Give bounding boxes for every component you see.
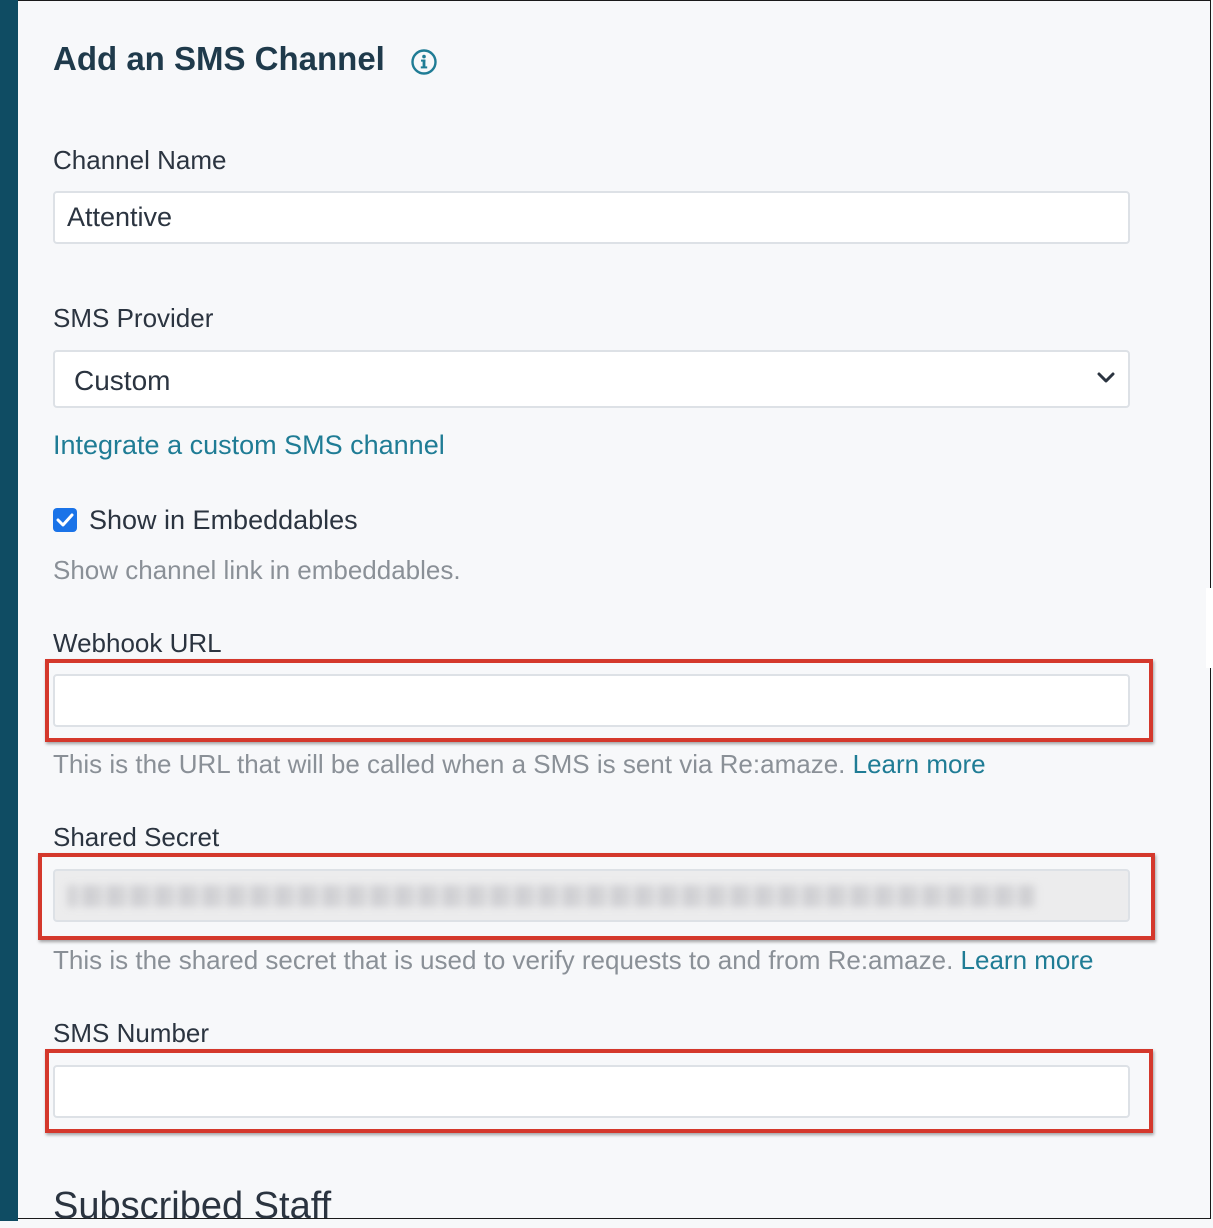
channel-name-label: Channel Name — [53, 145, 227, 175]
edge-gap — [1206, 588, 1213, 668]
sms-provider-label: SMS Provider — [53, 303, 214, 333]
info-circle-icon[interactable] — [410, 48, 438, 76]
left-accent-bar — [0, 0, 18, 1221]
webhook-url-help-text: This is the URL that will be called when… — [53, 749, 846, 779]
webhook-url-highlight — [45, 659, 1153, 742]
shared-secret-help-text: This is the shared secret that is used t… — [53, 945, 954, 975]
channel-name-input[interactable] — [53, 191, 1130, 244]
shared-secret-highlight — [38, 853, 1155, 940]
integrate-custom-sms-link[interactable]: Integrate a custom SMS channel — [53, 430, 445, 461]
show-in-embeddables-checkbox[interactable] — [53, 508, 77, 532]
chevron-down-icon — [1097, 372, 1115, 383]
sms-number-label: SMS Number — [53, 1018, 210, 1048]
webhook-url-help: This is the URL that will be called when… — [53, 749, 986, 780]
sms-provider-selected: Custom — [74, 365, 171, 396]
show-in-embeddables-help: Show channel link in embeddables. — [53, 555, 461, 585]
page-title: Add an SMS Channel — [53, 40, 385, 77]
webhook-url-label: Webhook URL — [53, 628, 222, 658]
show-in-embeddables-label[interactable]: Show in Embeddables — [89, 505, 358, 536]
subscribed-staff-heading: Subscribed Staff — [53, 1185, 332, 1227]
shared-secret-help: This is the shared secret that is used t… — [53, 945, 1094, 976]
shared-secret-learn-more-link[interactable]: Learn more — [961, 945, 1094, 975]
shared-secret-label: Shared Secret — [53, 822, 220, 852]
webhook-url-learn-more-link[interactable]: Learn more — [853, 749, 986, 779]
sms-number-highlight — [45, 1049, 1153, 1133]
checkmark-icon — [56, 513, 74, 527]
sms-provider-select[interactable]: Custom — [53, 350, 1130, 408]
